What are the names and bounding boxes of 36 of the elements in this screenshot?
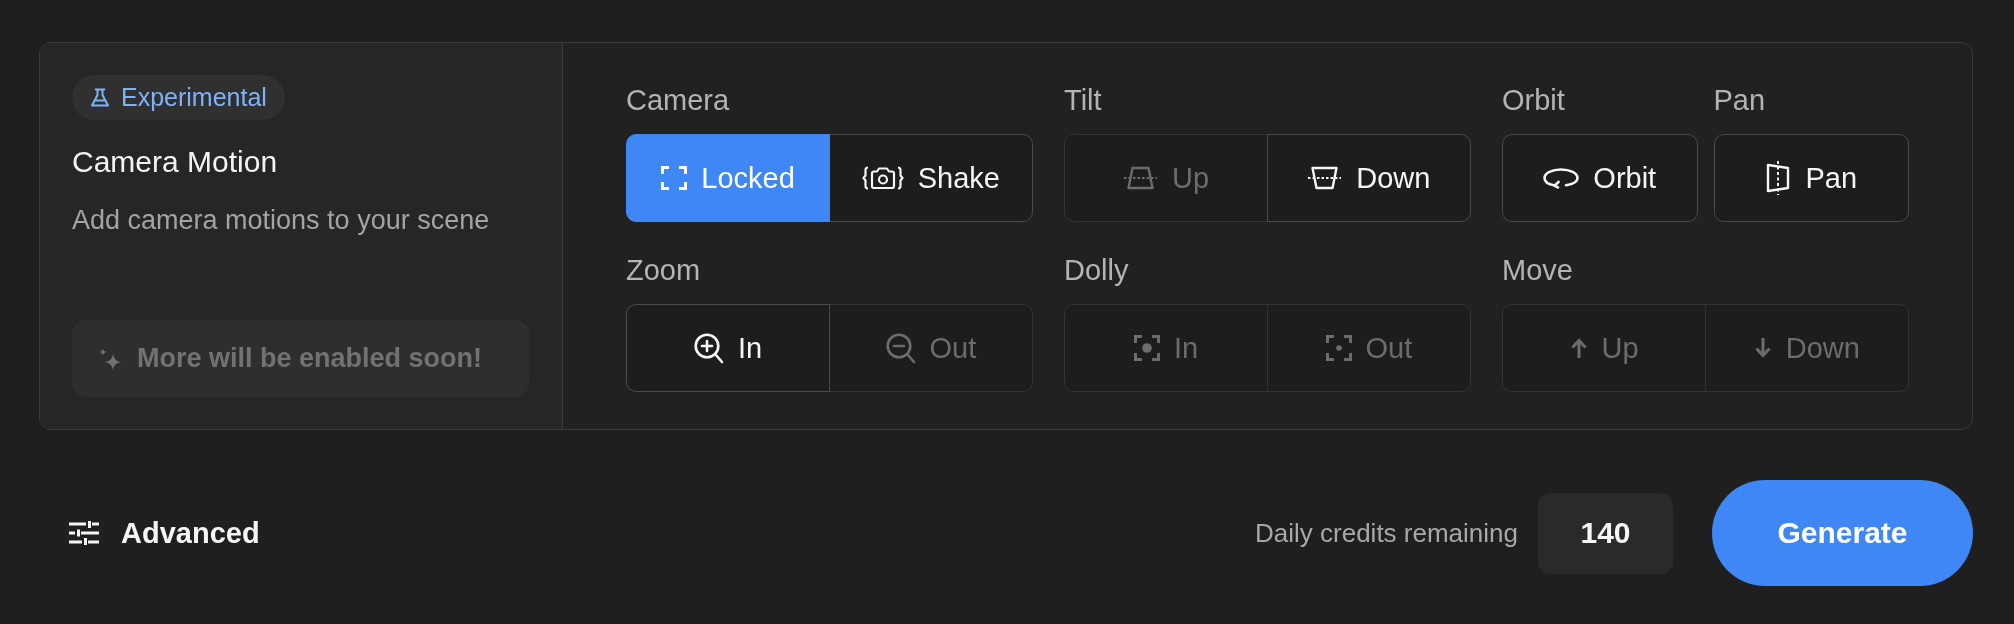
segment-button[interactable]: Shake (828, 134, 1033, 222)
sparkle-icon (99, 347, 121, 370)
notice-text: More will be enabled soon! (137, 343, 483, 374)
flask-icon (90, 88, 110, 107)
option-button[interactable]: Orbit (1502, 134, 1698, 222)
group-label: Move (1502, 254, 1573, 286)
option-button[interactable]: Pan (1713, 134, 1909, 222)
shaking-camera-icon (861, 166, 904, 190)
arrow-up-icon (1569, 337, 1588, 359)
badge-label: Experimental (121, 83, 267, 112)
segment-button[interactable]: Locked (626, 134, 831, 222)
credits-count: 140 (1538, 492, 1673, 574)
trapezoid-icon (1307, 166, 1343, 190)
segment-button[interactable]: In (626, 304, 831, 392)
generate-button[interactable]: Generate (1712, 480, 1973, 586)
dashed-split-panel-icon (1765, 160, 1792, 196)
group-label: Orbit (1502, 84, 1565, 116)
focus-dot-icon (1134, 335, 1161, 361)
zoom-out-icon (885, 332, 916, 364)
arrow-down-icon (1753, 337, 1772, 359)
group-label: Tilt (1064, 84, 1102, 116)
sliders-icon (69, 521, 99, 545)
group-label: Camera (626, 84, 730, 116)
focus-dot-icon (1325, 335, 1352, 361)
group-label: Dolly (1064, 254, 1129, 286)
feature-description: Add camera motions to your scene (72, 204, 490, 236)
zoom-in-icon (694, 332, 725, 364)
group-label: Pan (1713, 84, 1766, 116)
group-label: Zoom (626, 254, 701, 286)
frame-corners-icon (661, 166, 688, 190)
orbit-arrow-icon (1543, 167, 1580, 189)
feature-title: Camera Motion (72, 145, 278, 179)
segment-button[interactable]: Down (1266, 134, 1471, 222)
credits-label: Daily credits remaining (1255, 517, 1518, 549)
advanced-button[interactable]: Advanced (69, 516, 260, 550)
trapezoid-icon (1123, 166, 1159, 190)
